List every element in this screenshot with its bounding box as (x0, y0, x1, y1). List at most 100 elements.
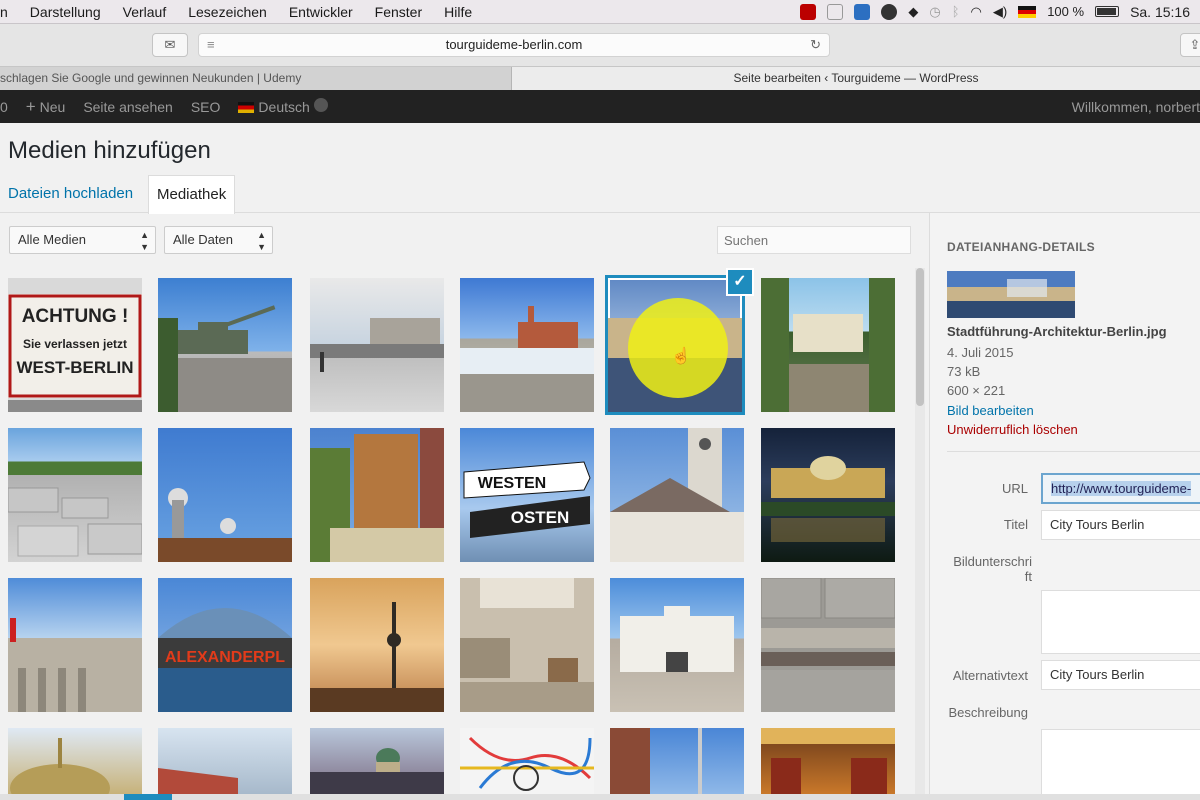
time-machine-icon[interactable]: ◷ (929, 4, 940, 20)
media-tile-westen-osten-sign[interactable]: WESTEN OSTEN (460, 428, 594, 562)
new-menu[interactable]: + Neu (17, 97, 75, 117)
wifi-icon[interactable]: ◠ (971, 4, 982, 20)
seo-menu[interactable]: SEO (182, 99, 230, 115)
media-tile-teufelsberg[interactable] (158, 428, 292, 562)
input-language-flag-icon[interactable] (1018, 5, 1037, 18)
thumbnail-image: WESTEN OSTEN (463, 461, 591, 538)
battery-icon[interactable] (1095, 6, 1120, 17)
browser-toolbar: ✉ ≡ tourguideme-berlin.com ↻ ⇪ (0, 24, 1200, 66)
thumbnail-image (620, 606, 734, 672)
tab-title: schlagen Sie Google und gewinnen Neukund… (0, 71, 302, 85)
thumbnail-image (460, 736, 594, 791)
menu-item-verlauf[interactable]: Verlauf (112, 4, 178, 20)
menu-item-darstellung[interactable]: Darstellung (19, 4, 112, 20)
tab-wordpress[interactable]: Seite bearbeiten ‹ Tourguideme — WordPre… (512, 67, 1200, 90)
media-tile-church-fountain[interactable] (460, 278, 594, 412)
welcome-user[interactable]: Willkommen, norbert (1063, 99, 1200, 115)
westen-sign-text: WESTEN (478, 475, 546, 492)
view-page-link[interactable]: Seite ansehen (74, 99, 182, 115)
address-bar[interactable]: ≡ tourguideme-berlin.com ↻ (198, 33, 830, 57)
description-textarea[interactable] (1041, 729, 1200, 800)
title-field[interactable]: City Tours Berlin (1041, 510, 1200, 540)
thumbnail-image (310, 748, 444, 794)
menu-item-app[interactable]: n (0, 4, 19, 20)
alt-text-field[interactable]: City Tours Berlin (1041, 660, 1200, 690)
menu-item-fenster[interactable]: Fenster (364, 4, 433, 20)
media-tile-restaurant-interior[interactable] (761, 728, 895, 794)
menu-item-entwickler[interactable]: Entwickler (278, 4, 364, 20)
thumbnail-image (8, 618, 142, 712)
url-label: URL (1001, 481, 1028, 496)
description-label: Beschreibung (948, 705, 1029, 720)
media-tile-achtung-sign[interactable]: ACHTUNG ! Sie verlassen jetzt WEST-BERLI… (8, 278, 142, 412)
app-status-icon[interactable] (854, 3, 871, 20)
tab-media-library[interactable]: Mediathek (148, 175, 236, 214)
volume-icon[interactable]: ◀) (993, 4, 1007, 20)
select-arrows-icon: ▲ ▼ (140, 230, 149, 252)
station-sign-text: ALEXANDERPL (165, 649, 285, 666)
thumbnail-image (158, 305, 292, 412)
reload-icon[interactable]: ↻ (810, 34, 821, 56)
media-tile-tank-memorial[interactable] (158, 278, 292, 412)
clock[interactable]: Sa. 15:16 (1130, 4, 1190, 20)
tab-udemy[interactable]: schlagen Sie Google und gewinnen Neukund… (0, 67, 512, 90)
bluetooth-icon[interactable]: ᛒ (952, 4, 960, 19)
language-menu[interactable]: Deutsch (229, 98, 336, 115)
media-tile-gendarmenmarkt[interactable] (310, 728, 444, 794)
menu-item-hilfe[interactable]: Hilfe (433, 4, 483, 20)
media-search-input[interactable] (717, 226, 911, 254)
media-tile-transit-map[interactable] (460, 728, 594, 794)
thumbnail-image (460, 578, 594, 712)
share-button[interactable]: ⇪ (1180, 33, 1200, 57)
media-tile-dome[interactable] (8, 728, 142, 794)
media-tile-holocaust-memorial[interactable] (8, 428, 142, 562)
selected-checkmark-icon[interactable]: ✓ (726, 268, 754, 296)
details-filename: Stadtführung-Architektur-Berlin.jpg (947, 324, 1167, 339)
media-tile-park-villa[interactable] (761, 278, 895, 412)
url-field[interactable]: http://www.tourguideme- (1041, 473, 1200, 504)
battery-percent: 100 % (1047, 4, 1085, 19)
delete-permanently-link[interactable]: Unwiderruflich löschen (947, 422, 1078, 437)
title-value: City Tours Berlin (1050, 517, 1145, 532)
wp-admin-bar: 0 + Neu Seite ansehen SEO Deutsch Willko… (0, 90, 1200, 123)
media-tile-brick-tower[interactable] (310, 428, 444, 562)
tab-upload-files[interactable]: Dateien hochladen (0, 175, 141, 213)
status-area: ◆ ◷ ᛒ ◠ ◀) 100 % Sa. 15:16 (800, 3, 1200, 20)
media-tile-reichstag-facade[interactable] (8, 578, 142, 712)
date-filter[interactable]: Alle Daten ▲ ▼ (164, 226, 273, 254)
close-app-icon[interactable] (827, 3, 844, 20)
shield-icon[interactable] (881, 3, 898, 20)
edit-image-link[interactable]: Bild bearbeiten (947, 403, 1034, 418)
menu-bar: n Darstellung Verlauf Lesezeichen Entwic… (0, 0, 1200, 24)
media-tile-sachsenhausen[interactable] (610, 578, 744, 712)
media-tile-prison-cell[interactable] (460, 578, 594, 712)
media-tile-tv-tower-street[interactable] (610, 728, 744, 794)
thumbnail-image (761, 728, 895, 794)
media-tile-tv-tower-sunset[interactable] (310, 578, 444, 712)
reader-icon[interactable]: ≡ (207, 34, 215, 56)
media-tile-wall-fragment[interactable] (158, 728, 292, 794)
media-type-filter[interactable]: Alle Medien ▲ ▼ (9, 226, 156, 254)
media-tile-alexanderplatz-station[interactable]: ALEXANDERPL (158, 578, 292, 712)
help-icon (313, 98, 328, 112)
media-tile-berliner-mauer-marker[interactable] (761, 578, 895, 712)
thumbnail-image: ACHTUNG ! Sie verlassen jetzt WEST-BERLI… (8, 278, 142, 412)
modal-title: Medien hinzufügen (8, 137, 211, 164)
shortcut-icon: ✉ (164, 37, 176, 52)
insert-button-edge[interactable] (124, 794, 172, 800)
media-tile-town-hall-tower[interactable] (610, 428, 744, 562)
share-shortcut-button[interactable]: ✉ (152, 33, 188, 57)
scrollbar-thumb[interactable] (916, 268, 924, 406)
menu-item-lesezeichen[interactable]: Lesezeichen (177, 4, 278, 20)
details-dimensions: 600 × 221 (947, 383, 1006, 398)
media-tile-building-panorama[interactable] (310, 278, 444, 412)
grid-scrollbar[interactable] (915, 268, 925, 800)
media-tile-reichstag-night[interactable] (761, 428, 895, 562)
details-thumbnail (947, 271, 1075, 318)
dropbox-icon[interactable]: ◆ (908, 4, 918, 20)
thumbnail-image (158, 488, 292, 562)
tab-title: Seite bearbeiten ‹ Tourguideme — WordPre… (733, 71, 979, 85)
wp-logo-icon[interactable]: 0 (0, 99, 17, 115)
caption-textarea[interactable] (1041, 590, 1200, 654)
recording-icon[interactable] (800, 3, 817, 20)
